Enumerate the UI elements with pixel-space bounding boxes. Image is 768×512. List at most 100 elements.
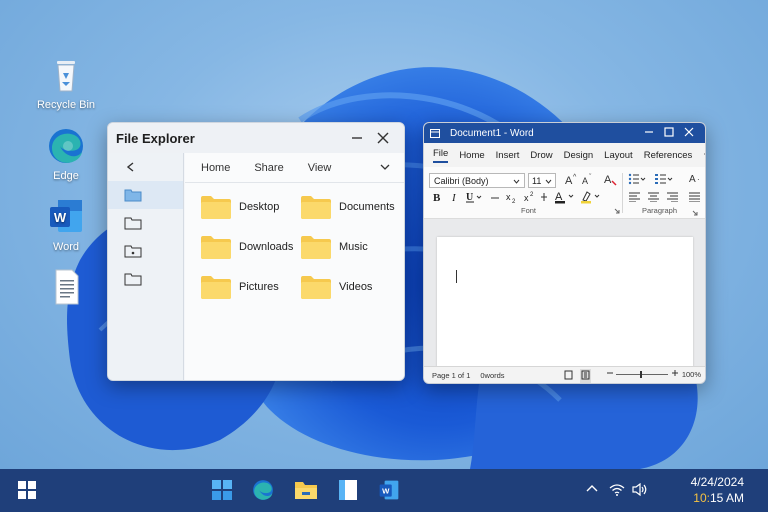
zoom-in-button[interactable] xyxy=(672,369,678,379)
network-button[interactable] xyxy=(609,483,625,499)
zoom-out-button[interactable] xyxy=(607,369,613,379)
shrink-font-button[interactable]: Aˇ xyxy=(582,173,596,188)
highlight-button[interactable] xyxy=(581,190,603,207)
taskbar-edge-button[interactable] xyxy=(252,479,274,501)
zoom-slider-thumb[interactable] xyxy=(640,371,642,378)
taskbar-file-explorer-button[interactable] xyxy=(294,479,317,501)
align-left-button[interactable] xyxy=(629,192,640,205)
minimize-icon xyxy=(352,137,362,139)
desktop-icon-recycle-bin[interactable]: Recycle Bin xyxy=(31,55,101,111)
folder-videos[interactable]: Videos xyxy=(301,275,401,299)
bullets-button[interactable] xyxy=(628,173,646,188)
taskbar-start-button[interactable] xyxy=(211,479,233,501)
more-tabs-button[interactable] xyxy=(703,150,705,161)
paragraph-dialog-launcher[interactable] xyxy=(692,208,698,219)
tab-design[interactable]: Design xyxy=(564,150,594,161)
svg-text:A: A xyxy=(565,175,573,185)
read-mode-button[interactable] xyxy=(564,370,573,382)
desktop-icon-label: Edge xyxy=(53,170,79,182)
desktop-icon-document[interactable] xyxy=(31,268,101,312)
superscript-button[interactable]: x2 xyxy=(524,191,536,206)
document-page[interactable] xyxy=(437,237,693,367)
taskbar-word-button[interactable]: W xyxy=(378,479,400,501)
folder-label: Music xyxy=(339,241,368,253)
notepad-icon xyxy=(339,480,357,500)
word-icon: W xyxy=(379,480,399,500)
nav-item-folder-selected[interactable] xyxy=(108,181,183,209)
show-hidden-icons-button[interactable] xyxy=(586,483,598,497)
file-explorer-window[interactable]: File Explorer Home Share View Desktop Do… xyxy=(107,122,405,381)
underline-button[interactable]: U xyxy=(465,191,483,206)
strikethrough-button[interactable] xyxy=(490,191,500,206)
font-name-dropdown[interactable]: Calibri (Body) xyxy=(429,173,525,188)
folder-outline-icon xyxy=(124,273,142,286)
clear-formatting-icon: A xyxy=(604,174,617,186)
nav-item-folder[interactable] xyxy=(108,209,183,237)
desktop-icon-edge[interactable]: Edge xyxy=(31,126,101,182)
folder-pictures[interactable]: Pictures xyxy=(201,275,301,299)
word-ribbon: Calibri (Body) 11 A ^ Aˇ A A · B I U x 2… xyxy=(424,167,705,219)
zoom-slider[interactable] xyxy=(616,371,668,378)
word-titlebar[interactable]: Document1 - Word xyxy=(424,123,705,143)
align-center-button[interactable] xyxy=(648,192,659,205)
tab-draw[interactable]: Drow xyxy=(530,150,552,161)
plus-icon xyxy=(672,370,678,376)
close-button[interactable] xyxy=(370,127,396,149)
file-explorer-titlebar[interactable]: File Explorer xyxy=(108,123,404,153)
minus-icon xyxy=(607,372,613,374)
font-color-button[interactable]: A xyxy=(555,190,577,207)
font-size-dropdown[interactable]: 11 xyxy=(528,173,556,188)
folder-documents[interactable]: Documents xyxy=(301,195,401,219)
close-icon xyxy=(684,127,694,136)
print-layout-button[interactable] xyxy=(580,369,591,383)
italic-button[interactable]: I xyxy=(450,191,460,206)
tab-layout[interactable]: Layout xyxy=(604,150,633,161)
folder-desktop[interactable]: Desktop xyxy=(201,195,301,219)
tab-home[interactable]: Home xyxy=(459,150,484,161)
taskbar-notepad-button[interactable] xyxy=(337,479,359,501)
grow-font-icon: A ^ xyxy=(565,174,577,187)
svg-text:·: · xyxy=(697,175,700,184)
tab-file[interactable]: File xyxy=(433,148,449,163)
minimize-button[interactable] xyxy=(344,127,370,149)
word-window[interactable]: Document1 - Word File Home Insert Drow D… xyxy=(423,122,706,384)
zoom-level[interactable]: 100% xyxy=(682,370,701,379)
nav-item-folder-download[interactable] xyxy=(108,237,183,265)
volume-button[interactable] xyxy=(632,482,648,499)
grow-font-button[interactable]: A ^ xyxy=(565,173,579,188)
tab-references[interactable]: References xyxy=(644,150,693,161)
document-icon xyxy=(46,268,86,308)
tab-view[interactable]: View xyxy=(308,162,332,174)
bold-button[interactable]: B xyxy=(432,191,442,206)
italic-icon: I xyxy=(451,192,457,204)
maximize-button[interactable] xyxy=(659,126,679,140)
edge-icon xyxy=(46,126,86,166)
align-right-button[interactable] xyxy=(667,192,678,205)
clock[interactable]: 4/24/2024 10:15 AM xyxy=(691,474,744,506)
clear-formatting-button[interactable]: A xyxy=(604,172,618,189)
desktop-icon-word[interactable]: W Word xyxy=(31,197,101,253)
back-button[interactable] xyxy=(108,153,183,181)
text-effects-button[interactable] xyxy=(539,191,549,206)
start-button[interactable] xyxy=(16,479,38,501)
justify-button[interactable] xyxy=(689,192,700,205)
tab-insert[interactable]: Insert xyxy=(496,150,520,161)
expand-ribbon-button[interactable] xyxy=(380,162,390,173)
tab-home[interactable]: Home xyxy=(201,162,230,174)
nav-item-folder[interactable] xyxy=(108,265,183,293)
subscript-button[interactable]: x2 xyxy=(506,191,518,206)
folder-label: Documents xyxy=(339,201,395,213)
close-button[interactable] xyxy=(679,127,699,140)
numbering-button[interactable] xyxy=(655,173,673,188)
folder-downloads[interactable]: Downloads xyxy=(201,235,301,259)
minimize-button[interactable] xyxy=(639,127,659,140)
tab-share[interactable]: Share xyxy=(254,162,283,174)
styles-button[interactable]: A · xyxy=(689,172,703,187)
folder-music[interactable]: Music xyxy=(301,235,401,259)
folder-label: Desktop xyxy=(239,201,280,213)
font-dialog-launcher[interactable] xyxy=(614,208,620,216)
date: 4/24/2024 xyxy=(690,475,744,489)
styles-icon: A · xyxy=(689,174,700,185)
svg-text:2: 2 xyxy=(530,192,534,198)
word-ribbon-tabs: File Home Insert Drow Design Layout Refe… xyxy=(424,143,705,167)
